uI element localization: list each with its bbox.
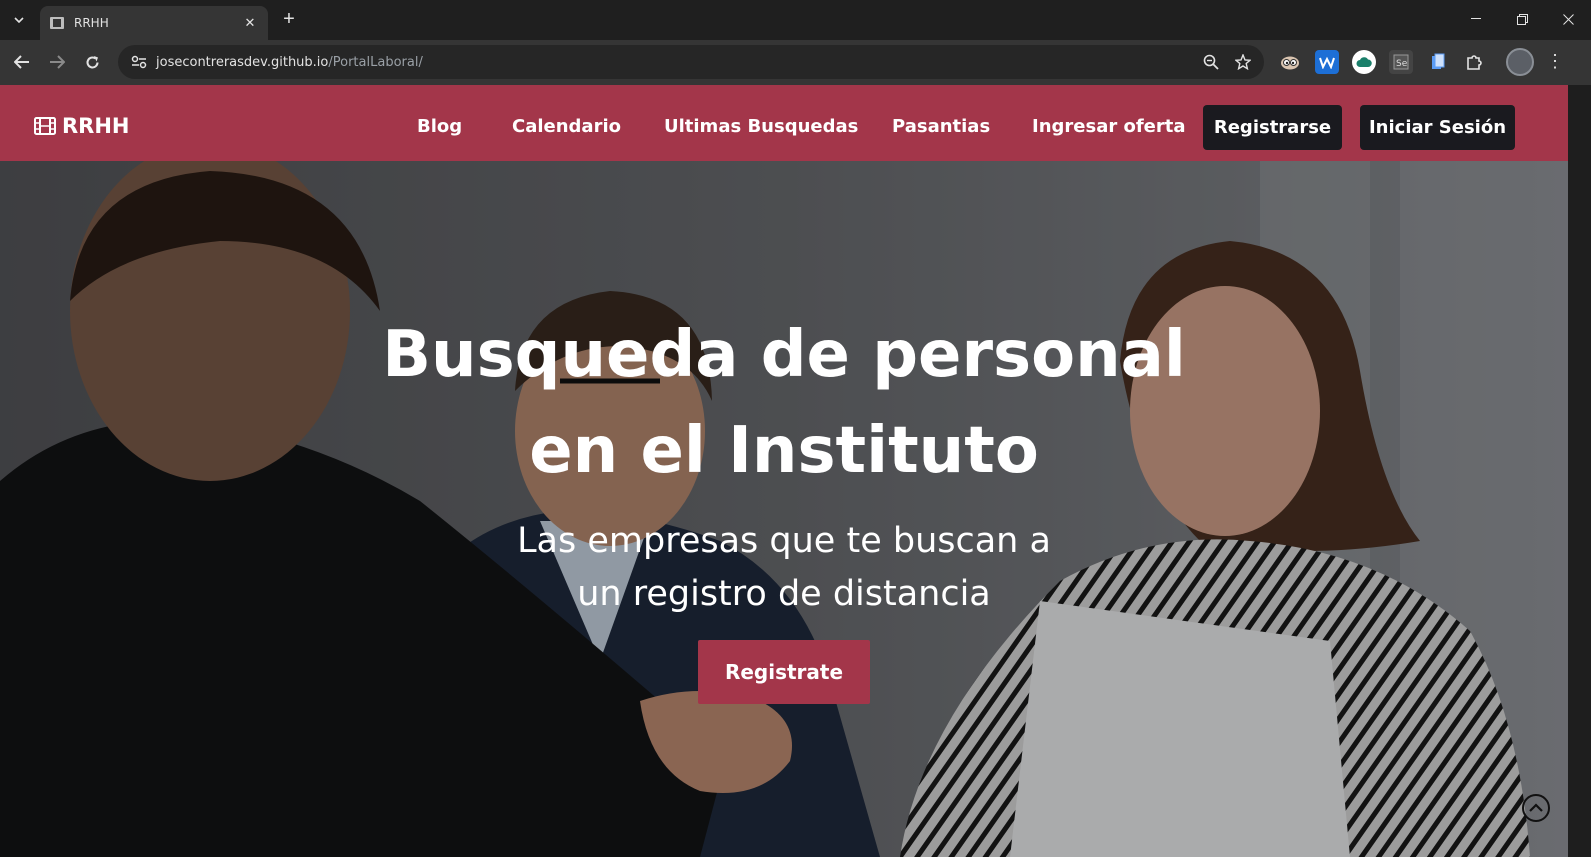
tab-close-icon[interactable]: ✕: [242, 15, 258, 31]
close-window-icon[interactable]: [1545, 0, 1591, 38]
nav-link-ultimas-busquedas[interactable]: Ultimas Busquedas: [664, 116, 858, 137]
bookmark-star-icon[interactable]: [1234, 53, 1252, 71]
browser-menu-icon[interactable]: ⋮: [1546, 50, 1564, 74]
web-page: RRHH Blog Calendario Ultimas Busquedas P…: [0, 85, 1568, 857]
tab-search-chevron-icon[interactable]: [8, 9, 30, 31]
extension-wappalyzer-icon[interactable]: [1315, 50, 1339, 74]
hero-overlay: [0, 161, 1568, 857]
url-host: josecontrerasdev.github.io: [156, 54, 329, 70]
register-button[interactable]: Registrarse: [1203, 105, 1342, 150]
browser-tab[interactable]: RRHH ✕: [40, 6, 268, 40]
hero-subtitle: Las empresas que te buscan a un registro…: [384, 515, 1184, 621]
minimize-icon[interactable]: [1453, 0, 1499, 38]
forward-arrow-icon[interactable]: [45, 50, 69, 74]
page-scrollbar[interactable]: [1568, 85, 1591, 857]
film-icon: [34, 117, 56, 135]
nav-link-blog[interactable]: Blog: [417, 116, 462, 137]
extension-eyes-icon[interactable]: [1278, 50, 1302, 74]
tab-title: RRHH: [74, 16, 109, 30]
brand-name: RRHH: [62, 114, 130, 138]
restore-icon[interactable]: [1499, 0, 1545, 38]
browser-tab-bar: RRHH ✕ +: [0, 0, 1591, 40]
nav-link-ingresar-oferta[interactable]: Ingresar oferta: [1032, 116, 1186, 137]
brand-logo[interactable]: RRHH: [34, 114, 130, 138]
film-favicon-icon: [50, 16, 66, 30]
browser-toolbar: josecontrerasdev.github.io/PortalLaboral…: [0, 40, 1591, 85]
hero-subtitle-line-2: un registro de distancia: [577, 574, 991, 614]
extension-docs-icon[interactable]: [1426, 50, 1450, 74]
hero-section: Busqueda de personal en el Instituto Las…: [0, 161, 1568, 857]
hero-title-line-2: en el Instituto: [529, 414, 1039, 488]
url-path: /PortalLaboral/: [328, 54, 423, 70]
hero-title-line-1: Busqueda de personal: [382, 318, 1186, 392]
window-controls: [1453, 0, 1591, 38]
nav-link-calendario[interactable]: Calendario: [512, 116, 621, 137]
extension-cloud-icon[interactable]: [1352, 50, 1376, 74]
new-tab-icon[interactable]: +: [278, 9, 300, 31]
extensions-puzzle-icon[interactable]: [1463, 50, 1487, 74]
site-settings-icon[interactable]: [130, 53, 148, 71]
svg-text:Se: Se: [1396, 59, 1408, 69]
site-navbar: RRHH Blog Calendario Ultimas Busquedas P…: [0, 85, 1568, 161]
back-arrow-icon[interactable]: [10, 50, 34, 74]
registrate-button[interactable]: Registrate: [698, 640, 870, 704]
login-button[interactable]: Iniciar Sesión: [1360, 105, 1515, 150]
profile-avatar[interactable]: [1506, 48, 1534, 76]
hero-subtitle-line-1: Las empresas que te buscan a: [517, 521, 1051, 561]
nav-link-pasantias[interactable]: Pasantias: [892, 116, 990, 137]
zoom-icon[interactable]: [1202, 53, 1220, 71]
address-bar[interactable]: josecontrerasdev.github.io/PortalLaboral…: [118, 45, 1264, 79]
hero-title: Busqueda de personal en el Instituto: [284, 307, 1284, 499]
extension-selenium-icon[interactable]: Se: [1389, 50, 1413, 74]
chevron-up-circle-icon[interactable]: [1522, 794, 1550, 822]
reload-icon[interactable]: [80, 50, 104, 74]
